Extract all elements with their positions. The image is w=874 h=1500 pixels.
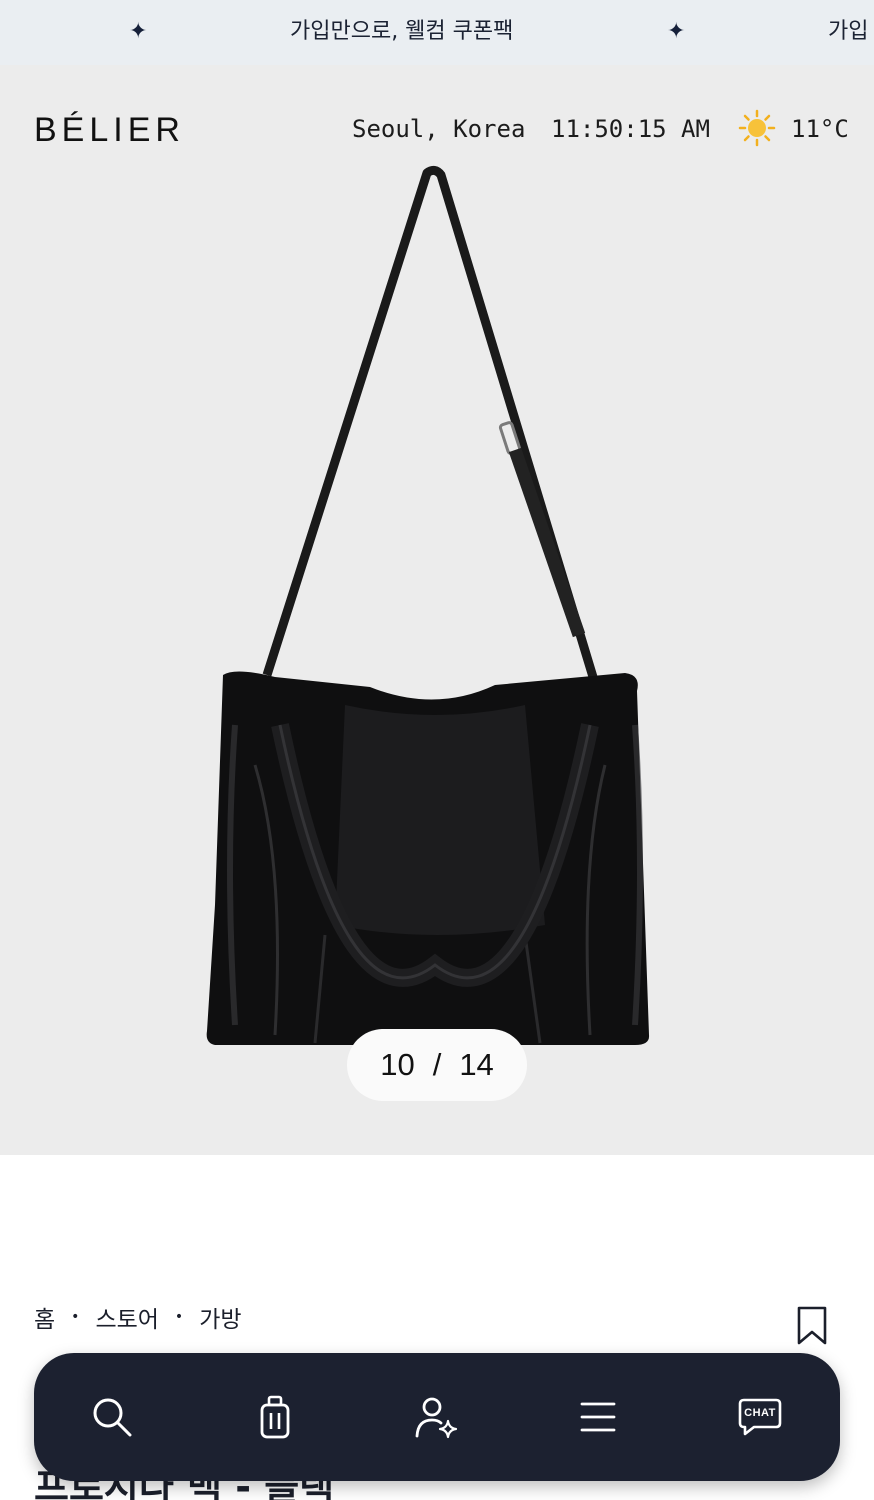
gallery-total: 14 [459,1047,494,1082]
menu-icon [580,1402,616,1432]
location-text: Seoul, Korea [352,115,526,143]
clock-text: 11:50:15 AM [551,115,710,143]
bottom-nav: CHAT [34,1353,840,1481]
chat-label: CHAT [744,1407,776,1419]
gallery-separator: / [432,1047,442,1082]
gallery-current: 10 [380,1047,415,1082]
sparkle-icon: ✦ [129,19,148,44]
menu-button[interactable] [568,1387,628,1447]
user-sparkle-icon [415,1397,458,1439]
chat-button[interactable]: CHAT [730,1387,790,1447]
cart-button[interactable] [245,1387,305,1447]
sun-icon [738,109,776,147]
breadcrumb: 홈 • 스토어 • 가방 [34,1300,242,1334]
breadcrumb-home[interactable]: 홈 [34,1300,55,1334]
temperature-text: 11°C [791,115,849,143]
breadcrumb-store[interactable]: 스토어 [95,1300,158,1334]
promo-banner[interactable]: ✦ 가입만으로, 웰컴 쿠폰팩 ✦ 가입 [0,0,874,65]
breadcrumb-separator: • [71,1309,80,1325]
account-button[interactable] [407,1387,467,1447]
promo-text-repeat: 가입 [828,19,869,44]
brand-logo[interactable]: BÉLIER [34,111,185,150]
search-icon [93,1398,132,1437]
sparkle-icon: ✦ [667,19,686,44]
product-image [206,165,650,1045]
gallery-counter: 10 / 14 [347,1029,527,1101]
breadcrumb-bags[interactable]: 가방 [199,1300,241,1334]
search-button[interactable] [82,1387,142,1447]
bookmark-icon[interactable] [796,1306,828,1346]
chat-icon: CHAT [738,1397,782,1437]
promo-text: 가입만으로, 웰컴 쿠폰팩 [290,19,514,44]
breadcrumb-separator: • [174,1309,184,1325]
luggage-icon [260,1395,290,1439]
product-image-gallery[interactable]: BÉLIER Seoul, Korea 11:50:15 AM 11°C 10 … [0,65,874,1155]
